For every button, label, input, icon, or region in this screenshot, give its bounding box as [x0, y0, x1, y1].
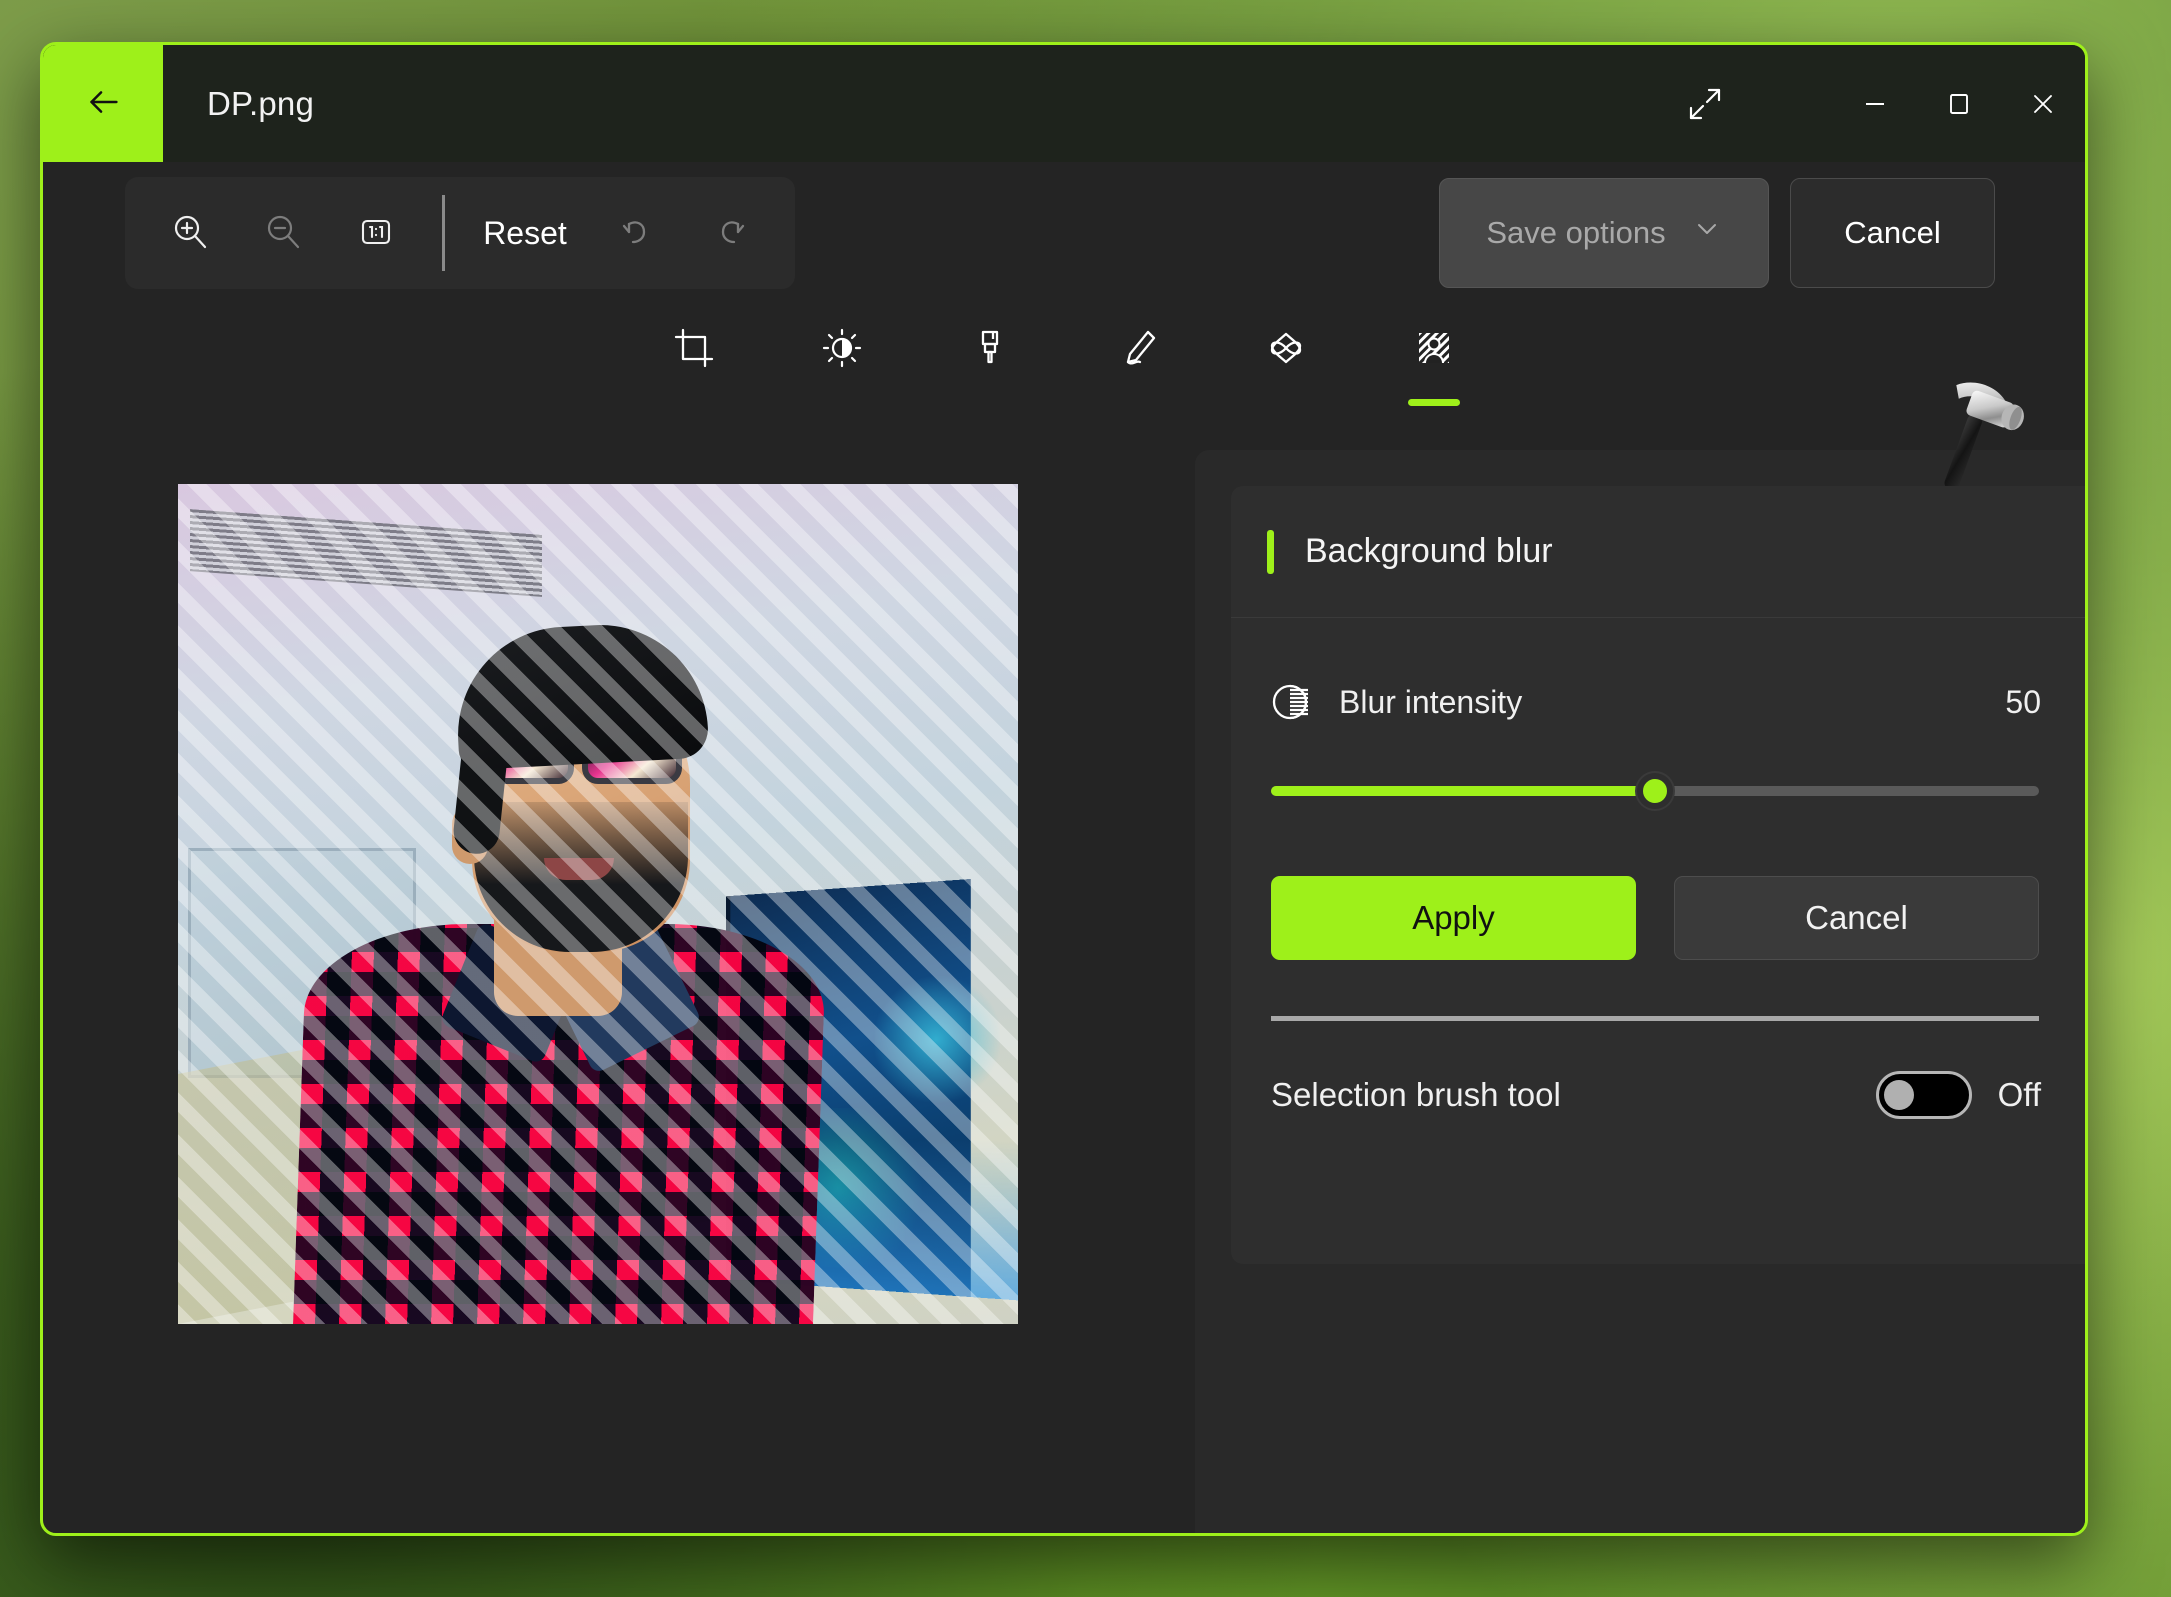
- selection-brush-label: Selection brush tool: [1271, 1076, 1561, 1113]
- zoom-out-button[interactable]: [236, 193, 329, 273]
- close-icon: [2025, 86, 2061, 122]
- brightness-icon: [818, 324, 866, 375]
- blur-intensity-label: Blur intensity: [1339, 683, 1523, 720]
- tab-underline: [1260, 399, 1312, 406]
- redo-button[interactable]: [684, 193, 777, 273]
- selection-brush-row: Selection brush tool Off: [1231, 1021, 2085, 1169]
- photo-subject: [293, 619, 827, 1324]
- window-controls: [1653, 45, 2085, 162]
- card-header: Background blur: [1231, 486, 2085, 618]
- maximize-button[interactable]: [1917, 45, 2001, 162]
- tab-underline-active: [1408, 399, 1460, 406]
- blur-intensity-value: 50: [2005, 683, 2041, 720]
- tool-tabs: [43, 316, 2085, 434]
- background-blur-card: Background blur Blur intensity 50 Apply …: [1231, 486, 2085, 1264]
- slider-thumb[interactable]: [1637, 773, 1673, 809]
- slider-track[interactable]: [1271, 773, 2039, 809]
- zoom-toolbar: Reset: [125, 177, 795, 289]
- titlebar: DP.png: [43, 45, 2085, 162]
- bandage-erase-icon: [1262, 324, 1310, 375]
- tool-tab-background-blur[interactable]: [1386, 316, 1482, 434]
- actual-size-button[interactable]: [329, 193, 422, 273]
- cancel-top-button[interactable]: Cancel: [1790, 178, 1995, 288]
- accent-bar: [1267, 529, 1274, 574]
- tab-underline: [964, 399, 1016, 406]
- background-blur-icon: [1410, 324, 1458, 375]
- tab-underline: [668, 399, 720, 406]
- panel-cancel-button[interactable]: Cancel: [1673, 876, 2039, 960]
- paintbrush-icon: [966, 324, 1014, 375]
- titlebar-spacer: [314, 45, 1653, 162]
- image-canvas[interactable]: [178, 484, 1018, 1324]
- selection-brush-toggle[interactable]: [1875, 1071, 1972, 1119]
- toggle-knob: [1883, 1080, 1914, 1110]
- crop-icon: [670, 324, 718, 375]
- save-options-button[interactable]: Save options: [1439, 178, 1769, 288]
- selection-brush-toggle-area: Off: [1875, 1071, 2041, 1119]
- maximize-icon: [1943, 88, 1975, 120]
- reset-button[interactable]: Reset: [459, 193, 591, 273]
- zoom-out-icon: [261, 210, 305, 257]
- photo-mouth: [544, 858, 614, 880]
- undo-button[interactable]: [591, 193, 684, 273]
- undo-icon: [615, 210, 659, 257]
- tool-tab-crop[interactable]: [646, 316, 742, 434]
- tool-options-panel: Background blur Blur intensity 50 Apply …: [1195, 382, 2085, 1533]
- panel-action-buttons: Apply Cancel: [1231, 834, 2085, 960]
- tool-tab-adjust[interactable]: [794, 316, 890, 434]
- tool-tab-pen[interactable]: [1090, 316, 1186, 434]
- redo-icon: [708, 210, 752, 257]
- image-editor-window: DP.png Reset Save options Cancel Backgro…: [40, 42, 2088, 1536]
- window-title: DP.png: [207, 84, 315, 122]
- back-button[interactable]: [43, 45, 163, 162]
- blur-intensity-slider[interactable]: [1231, 773, 2085, 834]
- toolbar-row: Reset Save options Cancel: [43, 162, 2085, 312]
- photo-hair: [452, 619, 710, 771]
- expand-icon: [1683, 82, 1727, 126]
- toolbar-divider: [442, 195, 446, 271]
- editor-content: Background blur Blur intensity 50 Apply …: [43, 382, 2085, 1533]
- slider-fill: [1271, 786, 1655, 796]
- save-actions: Save options Cancel: [1439, 178, 1995, 288]
- apply-button[interactable]: Apply: [1271, 876, 1636, 960]
- chevron-down-icon: [1692, 214, 1722, 252]
- tool-tab-erase[interactable]: [1238, 316, 1334, 434]
- tab-underline: [816, 399, 868, 406]
- selection-brush-state: Off: [1997, 1076, 2041, 1113]
- pen-icon: [1114, 324, 1162, 375]
- panel-title: Background blur: [1305, 532, 1553, 570]
- save-options-label: Save options: [1486, 215, 1666, 250]
- blur-intensity-icon: [1269, 681, 1311, 723]
- tab-underline: [1112, 399, 1164, 406]
- minimize-icon: [1858, 87, 1892, 121]
- minimize-button[interactable]: [1833, 45, 1917, 162]
- zoom-in-icon: [168, 210, 212, 257]
- zoom-in-button[interactable]: [143, 193, 236, 273]
- canvas-area[interactable]: [43, 434, 1195, 1533]
- close-button[interactable]: [2001, 45, 2085, 162]
- blur-intensity-row: Blur intensity 50: [1231, 618, 2085, 786]
- one-to-one-icon: [354, 210, 398, 257]
- expand-button[interactable]: [1653, 45, 1757, 162]
- tool-tab-brush[interactable]: [942, 316, 1038, 434]
- arrow-left-icon: [80, 79, 126, 128]
